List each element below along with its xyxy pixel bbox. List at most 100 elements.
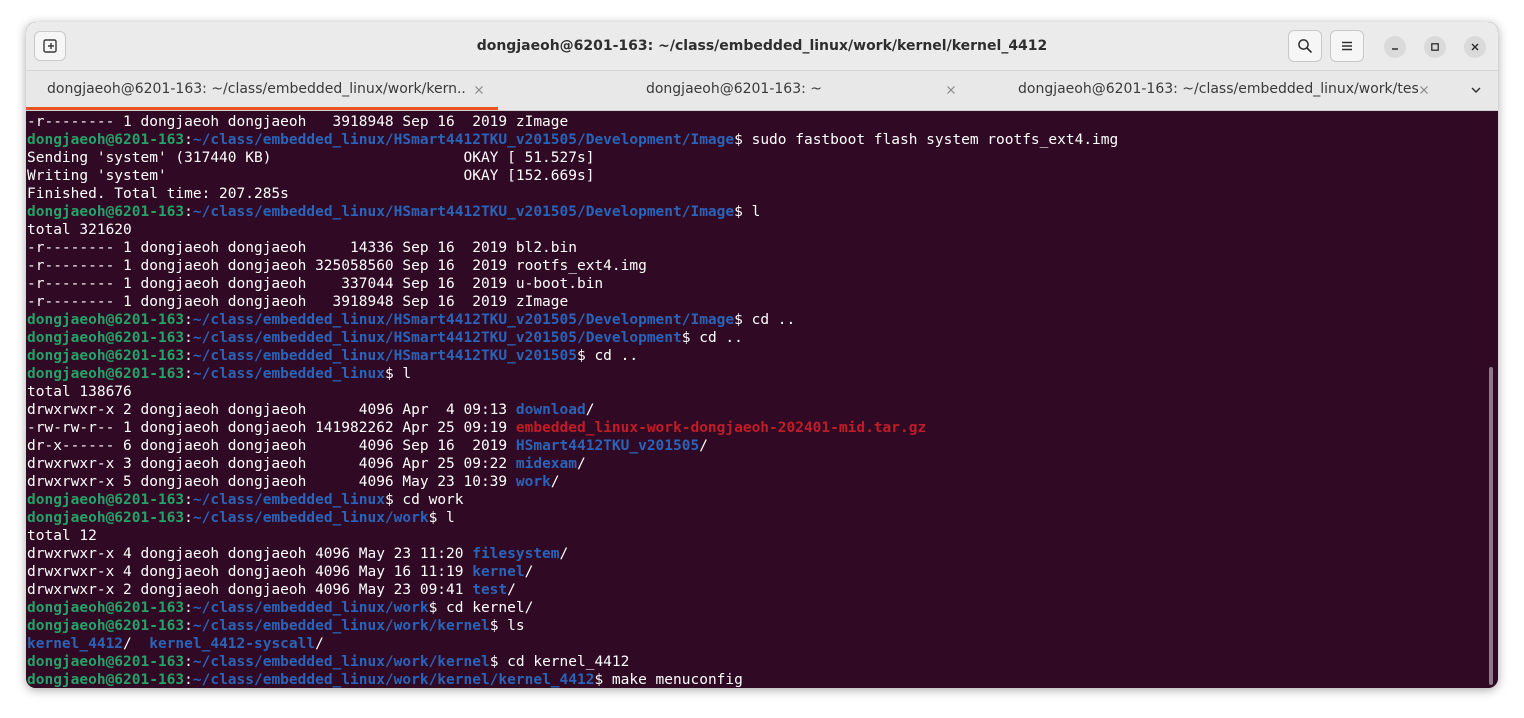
terminal-text: : (184, 330, 193, 346)
title-bar[interactable]: dongjaeoh@6201-163: ~/class/embedded_lin… (26, 22, 1498, 71)
terminal-text: drwxrwxr-x 4 dongjaeoh dongjaeoh 4096 Ma… (27, 546, 473, 562)
menu-button[interactable] (1330, 30, 1364, 62)
close-button[interactable] (1464, 36, 1486, 58)
scrollbar-thumb[interactable] (1489, 367, 1493, 685)
prompt-path: ~/class/embedded_linux/HSmart4412TKU_v20… (192, 312, 735, 328)
terminal-text: / (576, 456, 586, 472)
terminal-line: drwxrwxr-x 2 dongjaeoh dongjaeoh 4096 Ma… (27, 581, 1118, 599)
terminal-text: : (184, 348, 193, 364)
search-button[interactable] (1288, 30, 1322, 62)
prompt-user: dongjaeoh@6201-163 (27, 312, 185, 328)
prompt-path: ~/class/embedded_linux/work/kernel/kerne… (192, 672, 595, 688)
terminal-text: / (585, 402, 595, 418)
prompt-user: dongjaeoh@6201-163 (27, 600, 185, 616)
tab-close-button[interactable] (1416, 82, 1432, 98)
tab-label: dongjaeoh@6201-163: ~ (645, 81, 823, 97)
directory-name: midexam (515, 456, 577, 472)
close-icon (1420, 86, 1428, 94)
prompt-path: ~/class/embedded_linux/HSmart4412TKU_v20… (192, 330, 682, 346)
terminal-text: $ cd .. (681, 330, 743, 346)
terminal-text: drwxrwxr-x 4 dongjaeoh dongjaeoh 4096 Ma… (27, 564, 473, 580)
terminal-line: Sending 'system' (317440 KB) OKAY [ 51.5… (27, 149, 1118, 167)
terminal-text: -rw-rw-r-- 1 dongjaeoh dongjaeoh 1419822… (27, 420, 516, 436)
terminal-text: $ l (428, 510, 455, 526)
terminal-text: $ l (734, 204, 761, 220)
directory-name: download (515, 402, 586, 418)
terminal-text: : (184, 600, 193, 616)
hamburger-menu-icon (1342, 41, 1352, 51)
terminal-line: dongjaeoh@6201-163:~/class/embedded_linu… (27, 311, 1118, 329)
prompt-path: ~/class/embedded_linux/HSmart4412TKU_v20… (192, 348, 577, 364)
directory-name: test (472, 582, 508, 598)
terminal-lines: -r-------- 1 dongjaeoh dongjaeoh 3918948… (27, 113, 1118, 688)
tab-label: dongjaeoh@6201-163: ~/class/embedded_lin… (1018, 81, 1418, 97)
terminal-output[interactable]: -r-------- 1 dongjaeoh dongjaeoh 3918948… (26, 111, 1498, 688)
terminal-text: $ cd kernel_4412 (489, 654, 630, 670)
terminal-text: $ cd kernel/ (428, 600, 534, 616)
tab-kernel-4412[interactable]: dongjaeoh@6201-163: ~/class/embedded_lin… (26, 71, 498, 110)
terminal-line: -r-------- 1 dongjaeoh dongjaeoh 14336 S… (27, 239, 1118, 257)
tabs-dropdown-button[interactable] (1467, 81, 1485, 99)
terminal-line: -r-------- 1 dongjaeoh dongjaeoh 3918948… (27, 113, 1118, 131)
maximize-icon (1431, 43, 1439, 51)
active-tab-indicator (26, 107, 498, 110)
terminal-text: total 12 (27, 528, 97, 544)
terminal-line: total 321620 (27, 221, 1118, 239)
directory-name: work (515, 474, 551, 490)
terminal-text: -r-------- 1 dongjaeoh dongjaeoh 3250585… (27, 258, 647, 274)
tab-bar: dongjaeoh@6201-163: ~/class/embedded_lin… (26, 71, 1498, 111)
tab-label: dongjaeoh@6201-163: ~/class/embedded_lin… (47, 81, 467, 97)
new-tab-button[interactable] (34, 31, 66, 61)
terminal-line: dongjaeoh@6201-163:~/class/embedded_linu… (27, 509, 1118, 527)
directory-name: kernel (472, 564, 525, 580)
terminal-line: dongjaeoh@6201-163:~/class/embedded_linu… (27, 617, 1118, 635)
tab-close-button[interactable] (471, 82, 487, 98)
directory-name: kernel_4412-syscall (149, 636, 316, 652)
terminal-text: dr-x------ 6 dongjaeoh dongjaeoh 4096 Se… (27, 438, 516, 454)
terminal-text: / (123, 636, 150, 652)
terminal-text: / (524, 564, 534, 580)
new-tab-icon (43, 39, 57, 53)
terminal-line: dr-x------ 6 dongjaeoh dongjaeoh 4096 Se… (27, 437, 1118, 455)
directory-name: HSmart4412TKU_v201505 (515, 438, 700, 454)
terminal-line: -r-------- 1 dongjaeoh dongjaeoh 3918948… (27, 293, 1118, 311)
window-title: dongjaeoh@6201-163: ~/class/embedded_lin… (476, 38, 1048, 54)
terminal-line: kernel_4412/ kernel_4412-syscall/ (27, 635, 1118, 653)
terminal-line: drwxrwxr-x 2 dongjaeoh dongjaeoh 4096 Ap… (27, 401, 1118, 419)
terminal-line: dongjaeoh@6201-163:~/class/embedded_linu… (27, 203, 1118, 221)
terminal-text: $ make menuconfig (594, 672, 743, 688)
terminal-line: dongjaeoh@6201-163:~/class/embedded_linu… (27, 347, 1118, 365)
prompt-path: ~/class/embedded_linux/HSmart4412TKU_v20… (192, 204, 735, 220)
terminal-text: drwxrwxr-x 2 dongjaeoh dongjaeoh 4096 Ma… (27, 582, 473, 598)
prompt-user: dongjaeoh@6201-163 (27, 510, 185, 526)
tab-close-button[interactable] (943, 82, 959, 98)
prompt-user: dongjaeoh@6201-163 (27, 366, 185, 382)
close-icon (947, 86, 955, 94)
terminal-text: drwxrwxr-x 3 dongjaeoh dongjaeoh 4096 Ap… (27, 456, 516, 472)
terminal-text: $ cd work (384, 492, 464, 508)
terminal-text: : (184, 204, 193, 220)
terminal-text: / (559, 546, 569, 562)
tab-home[interactable]: dongjaeoh@6201-163: ~ (498, 71, 970, 110)
terminal-text: drwxrwxr-x 5 dongjaeoh dongjaeoh 4096 Ma… (27, 474, 516, 490)
prompt-user: dongjaeoh@6201-163 (27, 672, 185, 688)
maximize-button[interactable] (1424, 36, 1446, 58)
prompt-path: ~/class/embedded_linux/work/kernel (192, 654, 490, 670)
terminal-text: $ cd .. (734, 312, 796, 328)
terminal-text: : (184, 312, 193, 328)
prompt-user: dongjaeoh@6201-163 (27, 204, 185, 220)
terminal-text: Finished. Total time: 207.285s (27, 186, 289, 202)
terminal-text: : (184, 492, 193, 508)
terminal-text: total 321620 (27, 222, 132, 238)
terminal-text: Sending 'system' (317440 KB) OKAY [ 51.5… (27, 150, 595, 166)
terminal-line: dongjaeoh@6201-163:~/class/embedded_linu… (27, 599, 1118, 617)
prompt-user: dongjaeoh@6201-163 (27, 618, 185, 634)
archive-name: embedded_linux-work-dongjaeoh-202401-mid… (515, 420, 927, 436)
terminal-window: dongjaeoh@6201-163: ~/class/embedded_lin… (26, 22, 1498, 688)
terminal-text: total 138676 (27, 384, 132, 400)
tab-test[interactable]: dongjaeoh@6201-163: ~/class/embedded_lin… (970, 71, 1442, 110)
terminal-line: dongjaeoh@6201-163:~/class/embedded_linu… (27, 671, 1118, 688)
minimize-button[interactable] (1384, 36, 1406, 58)
terminal-line: drwxrwxr-x 3 dongjaeoh dongjaeoh 4096 Ap… (27, 455, 1118, 473)
terminal-text: / (699, 438, 708, 454)
